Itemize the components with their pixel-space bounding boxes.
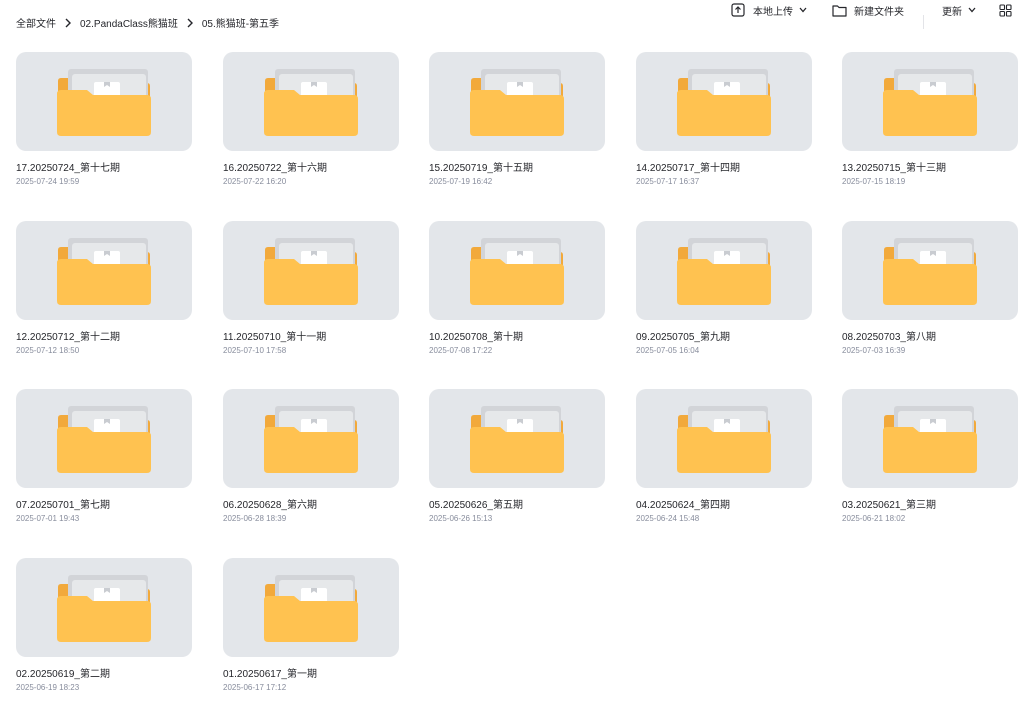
folder-card[interactable]: 08.20250703_第八期 2025-07-03 16:39 xyxy=(842,221,1018,371)
folder-card[interactable]: 04.20250624_第四期 2025-06-24 15:48 xyxy=(636,389,812,539)
folder-card[interactable]: 14.20250717_第十四期 2025-07-17 16:37 xyxy=(636,52,812,202)
folder-name[interactable]: 09.20250705_第九期 xyxy=(636,328,812,343)
folder-date: 2025-07-15 18:19 xyxy=(842,177,906,186)
new-folder-label: 新建文件夹 xyxy=(854,6,904,18)
folder-name[interactable]: 08.20250703_第八期 xyxy=(842,328,1018,343)
folder-date: 2025-06-17 17:12 xyxy=(223,683,287,692)
upload-label: 本地上传 xyxy=(753,6,793,18)
folder-date: 2025-07-24 19:59 xyxy=(16,177,80,186)
folder-name[interactable]: 11.20250710_第十一期 xyxy=(223,328,399,343)
folder-date: 2025-07-01 19:43 xyxy=(16,514,80,523)
toolbar-divider xyxy=(923,15,924,29)
chevron-right-icon xyxy=(56,17,80,29)
folder-name[interactable]: 04.20250624_第四期 xyxy=(636,496,812,511)
folder-thumbnail[interactable] xyxy=(636,52,812,151)
folder-thumbnail[interactable] xyxy=(16,52,192,151)
folder-thumbnail[interactable] xyxy=(636,221,812,320)
folder-name[interactable]: 16.20250722_第十六期 xyxy=(223,159,399,174)
folder-thumbnail[interactable] xyxy=(223,389,399,488)
folder-thumbnail[interactable] xyxy=(16,389,192,488)
sort-label: 更新 xyxy=(942,6,962,18)
folder-thumbnail[interactable] xyxy=(842,221,1018,320)
folder-name[interactable]: 12.20250712_第十二期 xyxy=(16,328,192,343)
folder-name[interactable]: 10.20250708_第十期 xyxy=(429,328,605,343)
grid-view-icon xyxy=(999,3,1012,17)
breadcrumb-item-root[interactable]: 全部文件 xyxy=(16,15,56,30)
folder-card[interactable]: 06.20250628_第六期 2025-06-28 18:39 xyxy=(223,389,399,539)
folder-card[interactable]: 02.20250619_第二期 2025-06-19 18:23 xyxy=(16,558,192,701)
top-bar: 全部文件 02.PandaClass熊猫班 05.熊猫班-第五季 本地上传 新建… xyxy=(0,0,1024,44)
folder-name[interactable]: 03.20250621_第三期 xyxy=(842,496,1018,511)
folder-card[interactable]: 09.20250705_第九期 2025-07-05 16:04 xyxy=(636,221,812,371)
folder-thumbnail[interactable] xyxy=(16,558,192,657)
folder-thumbnail[interactable] xyxy=(223,52,399,151)
folder-thumbnail[interactable] xyxy=(842,389,1018,488)
new-folder-icon xyxy=(832,4,847,17)
folder-date: 2025-07-12 18:50 xyxy=(16,346,80,355)
folder-name[interactable]: 07.20250701_第七期 xyxy=(16,496,192,511)
folder-date: 2025-07-05 16:04 xyxy=(636,346,700,355)
folder-date: 2025-06-26 15:13 xyxy=(429,514,493,523)
breadcrumb-item-pandaclass[interactable]: 02.PandaClass熊猫班 xyxy=(80,15,178,30)
folder-name[interactable]: 17.20250724_第十七期 xyxy=(16,159,192,174)
folder-thumbnail[interactable] xyxy=(429,389,605,488)
upload-button[interactable]: 本地上传 xyxy=(731,0,807,20)
chevron-down-icon xyxy=(799,7,807,13)
folder-card[interactable]: 11.20250710_第十一期 2025-07-10 17:58 xyxy=(223,221,399,371)
folder-card[interactable]: 05.20250626_第五期 2025-06-26 15:13 xyxy=(429,389,605,539)
upload-icon xyxy=(731,3,745,17)
folder-date: 2025-07-03 16:39 xyxy=(842,346,906,355)
folder-card[interactable]: 03.20250621_第三期 2025-06-21 18:02 xyxy=(842,389,1018,539)
folder-date: 2025-07-17 16:37 xyxy=(636,177,700,186)
folder-thumbnail[interactable] xyxy=(842,52,1018,151)
chevron-down-icon xyxy=(968,7,976,13)
folder-date: 2025-06-24 15:48 xyxy=(636,514,700,523)
folder-date: 2025-06-28 18:39 xyxy=(223,514,287,523)
new-folder-button[interactable]: 新建文件夹 xyxy=(832,0,904,20)
folder-thumbnail[interactable] xyxy=(429,221,605,320)
folder-card[interactable]: 15.20250719_第十五期 2025-07-19 16:42 xyxy=(429,52,605,202)
folder-name[interactable]: 14.20250717_第十四期 xyxy=(636,159,812,174)
folder-date: 2025-07-22 16:20 xyxy=(223,177,287,186)
folder-card[interactable]: 16.20250722_第十六期 2025-07-22 16:20 xyxy=(223,52,399,202)
breadcrumb: 全部文件 02.PandaClass熊猫班 05.熊猫班-第五季 xyxy=(16,15,279,30)
sort-button[interactable]: 更新 xyxy=(942,0,976,20)
folder-card[interactable]: 07.20250701_第七期 2025-07-01 19:43 xyxy=(16,389,192,539)
folder-name[interactable]: 15.20250719_第十五期 xyxy=(429,159,605,174)
folder-thumbnail[interactable] xyxy=(429,52,605,151)
breadcrumb-item-current: 05.熊猫班-第五季 xyxy=(201,19,280,30)
folder-thumbnail[interactable] xyxy=(223,221,399,320)
folder-date: 2025-06-19 18:23 xyxy=(16,683,80,692)
folder-name[interactable]: 06.20250628_第六期 xyxy=(223,496,399,511)
folder-date: 2025-07-10 17:58 xyxy=(223,346,287,355)
folder-card[interactable]: 13.20250715_第十三期 2025-07-15 18:19 xyxy=(842,52,1018,202)
folder-card[interactable]: 10.20250708_第十期 2025-07-08 17:22 xyxy=(429,221,605,371)
folder-thumbnail[interactable] xyxy=(223,558,399,657)
folder-name[interactable]: 05.20250626_第五期 xyxy=(429,496,605,511)
folder-card[interactable]: 01.20250617_第一期 2025-06-17 17:12 xyxy=(223,558,399,701)
folder-date: 2025-07-19 16:42 xyxy=(429,177,493,186)
folder-thumbnail[interactable] xyxy=(636,389,812,488)
view-mode-button[interactable] xyxy=(999,0,1012,20)
folder-name[interactable]: 13.20250715_第十三期 xyxy=(842,159,1018,174)
chevron-right-icon xyxy=(178,17,202,29)
folder-date: 2025-07-08 17:22 xyxy=(429,346,493,355)
folder-name[interactable]: 02.20250619_第二期 xyxy=(16,665,192,680)
folder-thumbnail[interactable] xyxy=(16,221,192,320)
folder-card[interactable]: 12.20250712_第十二期 2025-07-12 18:50 xyxy=(16,221,192,371)
folder-card[interactable]: 17.20250724_第十七期 2025-07-24 19:59 xyxy=(16,52,192,202)
folder-date: 2025-06-21 18:02 xyxy=(842,514,906,523)
folder-name[interactable]: 01.20250617_第一期 xyxy=(223,665,399,680)
